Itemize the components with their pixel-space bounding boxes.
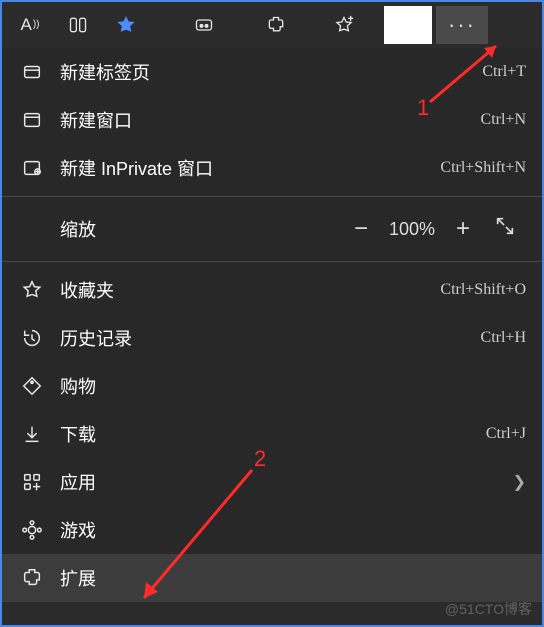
menu-shortcut: Ctrl+H — [481, 329, 526, 347]
menu-history[interactable]: 历史记录 Ctrl+H — [2, 314, 542, 362]
menu-apps[interactable]: 应用 ❯ — [2, 458, 542, 506]
menu-favorites[interactable]: 收藏夹 Ctrl+Shift+O — [2, 266, 542, 314]
menu-shortcut: Ctrl+Shift+N — [440, 159, 526, 177]
browser-toolbar: A)) ··· — [2, 2, 542, 48]
chevron-right-icon: ❯ — [513, 472, 526, 492]
new-tab-icon — [18, 61, 46, 83]
menu-shopping[interactable]: 购物 — [2, 362, 542, 410]
menu-new-tab[interactable]: 新建标签页 Ctrl+T — [2, 48, 542, 96]
settings-menu: 新建标签页 Ctrl+T 新建窗口 Ctrl+N 新建 InPrivate 窗口… — [2, 48, 542, 602]
read-aloud-button[interactable]: A)) — [8, 5, 52, 45]
menu-shortcut: Ctrl+T — [482, 63, 526, 81]
watermark: @51CTO博客 — [445, 599, 532, 619]
games-icon — [18, 519, 46, 541]
star-outline-icon — [18, 279, 46, 301]
zoom-out-button[interactable]: − — [340, 215, 382, 243]
menu-label: 新建窗口 — [60, 107, 132, 133]
menu-shortcut: Ctrl+N — [481, 111, 526, 129]
menu-games[interactable]: 游戏 — [2, 506, 542, 554]
favorite-star-icon[interactable] — [104, 5, 148, 45]
menu-shortcut: Ctrl+Shift+O — [440, 281, 526, 299]
menu-zoom-row: 缩放 − 100% + — [2, 201, 542, 257]
menu-label: 游戏 — [60, 517, 96, 543]
more-menu-button[interactable]: ··· — [436, 6, 488, 44]
dots-icon: ··· — [448, 12, 476, 38]
menu-label: 扩展 — [60, 565, 96, 591]
menu-label: 历史记录 — [60, 325, 132, 351]
menu-label: 新建 InPrivate 窗口 — [60, 155, 213, 181]
inprivate-icon — [18, 157, 46, 179]
apps-icon — [18, 471, 46, 493]
menu-label: 购物 — [60, 373, 96, 399]
menu-label: 应用 — [60, 469, 96, 495]
download-icon — [18, 423, 46, 445]
menu-separator — [2, 261, 542, 262]
eyes-icon[interactable] — [182, 5, 226, 45]
menu-downloads[interactable]: 下载 Ctrl+J — [2, 410, 542, 458]
zoom-level: 100% — [382, 219, 442, 240]
menu-new-inprivate[interactable]: 新建 InPrivate 窗口 Ctrl+Shift+N — [2, 144, 542, 192]
extensions-icon — [18, 567, 46, 589]
new-window-icon — [18, 109, 46, 131]
split-screen-button[interactable] — [56, 5, 100, 45]
zoom-in-button[interactable]: + — [442, 215, 484, 243]
menu-shortcut: Ctrl+J — [486, 425, 526, 443]
profile-button[interactable] — [384, 6, 432, 44]
zoom-label: 缩放 — [60, 216, 96, 242]
menu-label: 下载 — [60, 421, 96, 447]
menu-label: 新建标签页 — [60, 59, 150, 85]
favorites-toolbar-icon[interactable] — [322, 5, 366, 45]
menu-new-window[interactable]: 新建窗口 Ctrl+N — [2, 96, 542, 144]
menu-extensions[interactable]: 扩展 — [2, 554, 542, 602]
menu-label: 收藏夹 — [60, 277, 114, 303]
history-icon — [18, 327, 46, 349]
extensions-toolbar-icon[interactable] — [254, 5, 298, 45]
menu-separator — [2, 196, 542, 197]
fullscreen-button[interactable] — [484, 215, 526, 244]
tag-icon — [18, 375, 46, 397]
